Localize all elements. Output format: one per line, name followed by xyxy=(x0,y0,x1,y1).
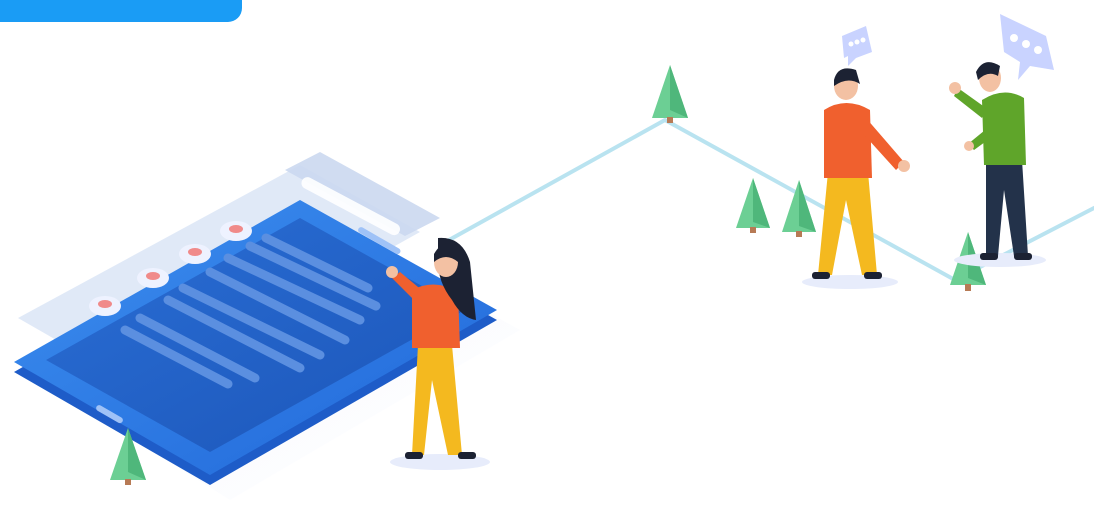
tree-icon xyxy=(652,65,688,123)
isometric-illustration xyxy=(14,14,1094,500)
man-orange-figure xyxy=(802,68,910,289)
chat-bubble-icon xyxy=(842,26,872,66)
illustration-scene xyxy=(0,0,1094,522)
tree-icon xyxy=(736,178,770,233)
chat-bubble-icon xyxy=(1000,14,1054,80)
man-green-figure xyxy=(949,62,1046,267)
